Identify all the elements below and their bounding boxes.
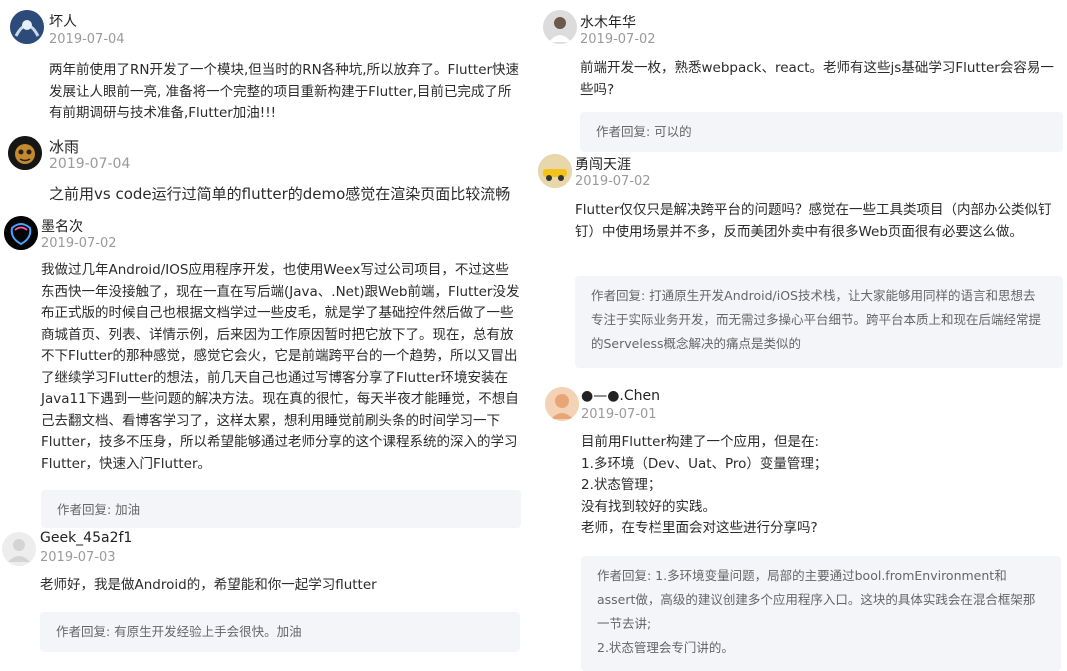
comment-date: 2019-07-01 (581, 407, 657, 422)
comment-author[interactable]: 墨名次 (41, 216, 83, 236)
comment-line: 老师，在专栏里面会对这些进行分享吗? (581, 520, 818, 536)
avatar[interactable] (10, 10, 44, 44)
comment-item: 勇闯天涯 2019-07-02 Flutter仅仅只是解决跨平台的问题吗？感觉在… (533, 150, 1067, 382)
avatar-image (545, 387, 579, 421)
right-comment-column: 水木年华 2019-07-02 前端开发一枚，熟悉webpack、react。老… (533, 0, 1067, 671)
avatar[interactable] (545, 387, 579, 421)
comment-item: 坏人 2019-07-04 两年前使用了RN开发了一个模块,但当时的RN各种坑,… (0, 0, 533, 130)
avatar[interactable] (2, 532, 36, 566)
avatar[interactable] (538, 154, 572, 188)
author-reply: 作者回复: 可以的 (580, 112, 1063, 152)
author-reply: 作者回复: 1.多环境变量问题，局部的主要通过bool.fromEnvironm… (581, 556, 1061, 671)
comment-date: 2019-07-02 (575, 174, 651, 189)
left-comment-column: 坏人 2019-07-04 两年前使用了RN开发了一个模块,但当时的RN各种坑,… (0, 0, 533, 671)
comment-item: 墨名次 2019-07-02 我做过几年Android/IOS应用程序开发，也使… (0, 210, 533, 528)
avatar[interactable] (543, 10, 577, 44)
reply-line: 2.状态管理会专门讲的。 (597, 640, 734, 655)
author-reply: 作者回复: 打通原生开发Android/iOS技术栈，让大家能够用同样的语言和思… (575, 276, 1063, 368)
comment-author[interactable]: 冰雨 (49, 136, 79, 157)
avatar-image (10, 10, 44, 44)
comment-body: Flutter仅仅只是解决跨平台的问题吗？感觉在一些工具类项目（内部办公类似钉钉… (575, 202, 1052, 240)
comment-date: 2019-07-04 (49, 156, 131, 172)
comment-body: 两年前使用了RN开发了一个模块,但当时的RN各种坑,所以放弃了。Flutter快… (49, 62, 520, 121)
comment-date: 2019-07-03 (40, 550, 116, 565)
reply-line: 作者回复: 1.多环境变量问题，局部的主要通过bool.fromEnvironm… (597, 568, 1036, 631)
comment-date: 2019-07-02 (41, 236, 117, 251)
comment-line: 没有找到较好的实践。 (581, 498, 716, 515)
avatar-image (543, 10, 577, 44)
avatar-image (538, 154, 572, 188)
comment-date: 2019-07-02 (580, 32, 656, 47)
avatar-image (4, 216, 38, 250)
comment-author[interactable]: ●—●.Chen (581, 388, 660, 404)
comment-author[interactable]: Geek_45a2f1 (40, 530, 132, 546)
comment-line: 2.状态管理； (581, 477, 662, 493)
author-reply: 作者回复: 有原生开发经验上手会很快。加油 (40, 612, 520, 652)
author-reply: 作者回复: 加油 (41, 490, 521, 528)
avatar-image (2, 532, 36, 566)
comment-line: 1.多环境（Dev、Uat、Pro）变量管理； (581, 455, 828, 472)
comment-author[interactable]: 勇闯天涯 (575, 154, 631, 174)
comment-author[interactable]: 坏人 (49, 11, 77, 31)
comment-date: 2019-07-04 (49, 32, 125, 47)
comment-body: 老师好，我是做Android的，希望能和你一起学习flutter (40, 577, 377, 593)
avatar[interactable] (8, 136, 42, 170)
comment-body: 前端开发一枚，熟悉webpack、react。老师有这些js基础学习Flutte… (580, 60, 1054, 98)
comment-body: 之前用vs code运行过简单的flutter的demo感觉在渲染页面比较流畅 (49, 185, 511, 203)
avatar[interactable] (4, 216, 38, 250)
comment-line: 目前用Flutter构建了一个应用，但是在: (581, 434, 820, 450)
comment-item: 冰雨 2019-07-04 之前用vs code运行过简单的flutter的de… (0, 130, 533, 210)
comment-body: 我做过几年Android/IOS应用程序开发，也使用Weex写过公司项目，不过这… (41, 262, 520, 472)
comment-item: ●—●.Chen 2019-07-01 目前用Flutter构建了一个应用，但是… (533, 382, 1067, 671)
comment-item: 水木年华 2019-07-02 前端开发一枚，熟悉webpack、react。老… (533, 0, 1067, 152)
comment-author[interactable]: 水木年华 (580, 12, 636, 32)
comment-item: Geek_45a2f1 2019-07-03 老师好，我是做Android的，希… (0, 528, 533, 671)
avatar-image (8, 136, 42, 170)
comment-body: 目前用Flutter构建了一个应用，但是在: 1.多环境（Dev、Uat、Pro… (581, 432, 1061, 540)
